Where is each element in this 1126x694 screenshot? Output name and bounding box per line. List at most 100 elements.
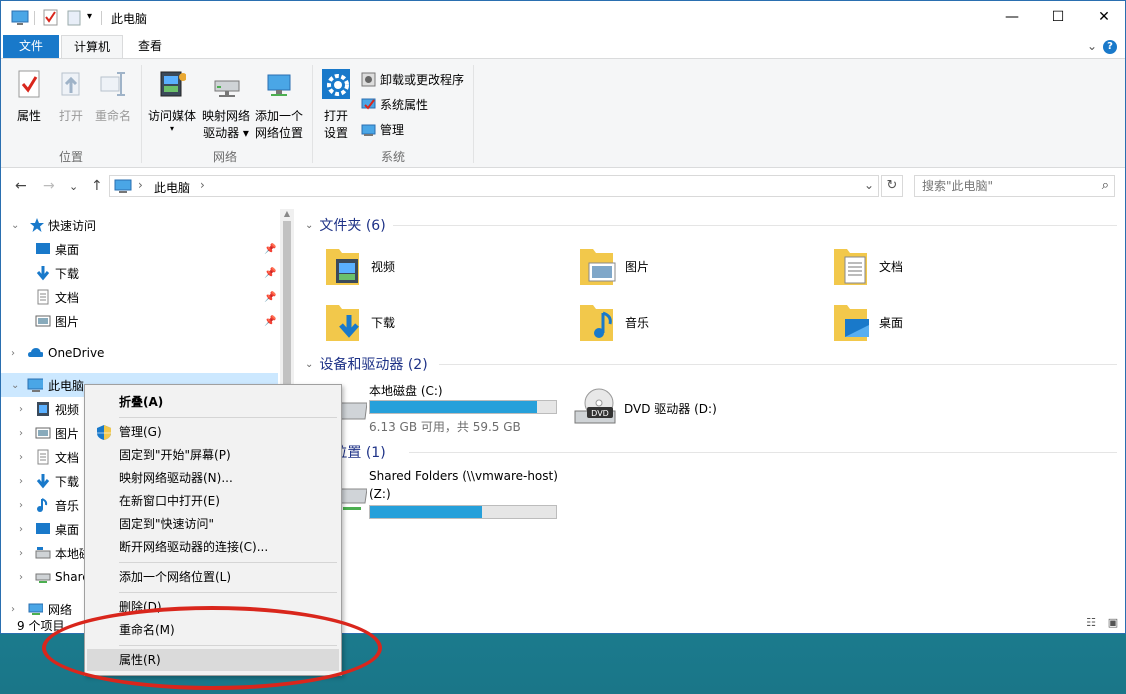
section-devices[interactable]: ⌄ 设备和驱动器 (2): [305, 353, 428, 375]
desktop-icon: [36, 523, 50, 534]
chevron-down-icon[interactable]: ⌄: [11, 380, 19, 391]
drive-dvd-d[interactable]: DVD DVD 驱动器 (D:): [573, 387, 743, 431]
menu-item-pin-start[interactable]: 固定到"开始"屏幕(P): [87, 444, 339, 466]
chevron-right-icon[interactable]: ›: [19, 548, 23, 559]
section-folders[interactable]: ⌄ 文件夹 (6): [305, 214, 386, 236]
menu-item-map-drive[interactable]: 映射网络驱动器(N)...: [87, 467, 339, 489]
menu-item-disconnect-drive[interactable]: 断开网络驱动器的连接(C)...: [87, 536, 339, 558]
new-folder-quick-icon[interactable]: [67, 9, 81, 27]
folder-desktop[interactable]: 桌面: [833, 299, 903, 345]
tab-computer[interactable]: 计算机: [61, 35, 123, 59]
maximize-button[interactable]: ☐: [1035, 1, 1081, 33]
address-dropdown-icon[interactable]: ⌄: [864, 178, 874, 192]
properties-button[interactable]: 属性: [13, 69, 45, 125]
music-icon: [37, 498, 48, 512]
item-count: 9 个项目: [17, 619, 65, 633]
computer-icon: [114, 179, 132, 193]
ribbon: 属性 打开 重命名 位置 访问媒体 ▾ 映射网络 驱动器 ▾ 添加一个 网络位置…: [1, 58, 1125, 168]
close-button[interactable]: ✕: [1081, 1, 1126, 33]
uninstall-programs-button[interactable]: 卸载或更改程序: [361, 70, 464, 88]
open-settings-button[interactable]: 打开 设置: [319, 69, 354, 142]
chevron-right-icon[interactable]: ›: [11, 348, 15, 359]
chevron-right-icon[interactable]: ›: [19, 428, 23, 439]
search-input[interactable]: [922, 176, 1092, 196]
address-bar[interactable]: › 此电脑 › ⌄: [109, 175, 879, 197]
nav-quick-downloads[interactable]: 下载 📌: [1, 261, 278, 285]
refresh-button[interactable]: ↻: [881, 175, 903, 197]
access-media-button[interactable]: 访问媒体 ▾: [147, 69, 197, 133]
menu-item-collapse[interactable]: 折叠(A): [87, 391, 339, 413]
help-icon[interactable]: ?: [1103, 40, 1117, 54]
folder-pictures[interactable]: 图片: [579, 243, 649, 289]
nav-quick-pictures[interactable]: 图片 📌: [1, 309, 278, 333]
folder-videos[interactable]: 视频: [325, 243, 395, 289]
details-view-icon[interactable]: ☷: [1083, 616, 1099, 630]
content-pane: ⌄ 文件夹 (6) 视频 图片 文档 下载 音乐 桌面 ⌄ 设备和驱动器 (2)…: [297, 205, 1125, 615]
chevron-right-icon[interactable]: ›: [19, 404, 23, 415]
menu-item-pin-quick-access[interactable]: 固定到"快速访问": [87, 513, 339, 535]
nav-onedrive[interactable]: › OneDrive: [1, 341, 278, 365]
cloud-icon: [28, 348, 43, 357]
pin-icon[interactable]: 📌: [264, 316, 276, 327]
forward-button[interactable]: →: [43, 178, 55, 194]
customize-quick-access-icon[interactable]: ▾: [87, 11, 92, 29]
drive-shared-z[interactable]: Shared Folders (\\vmware-host) (Z:): [369, 469, 569, 523]
nav-quick-desktop[interactable]: 桌面 📌: [1, 237, 278, 261]
minimize-button[interactable]: —: [989, 1, 1035, 33]
map-network-drive-button[interactable]: 映射网络 驱动器 ▾: [201, 69, 251, 142]
chevron-down-icon[interactable]: ⌄: [305, 359, 313, 370]
large-icons-view-icon[interactable]: ▣: [1105, 616, 1121, 630]
chevron-right-icon[interactable]: ›: [19, 572, 23, 583]
nav-quick-documents[interactable]: 文档 📌: [1, 285, 278, 309]
breadcrumb-separator[interactable]: ›: [138, 178, 143, 192]
document-icon: [37, 289, 49, 305]
collapse-ribbon-icon[interactable]: ⌄: [1087, 39, 1097, 53]
menu-item-open-new-window[interactable]: 在新窗口中打开(E): [87, 490, 339, 512]
rename-button[interactable]: 重命名: [93, 69, 133, 125]
network-location-icon: [267, 74, 291, 96]
tab-file[interactable]: 文件: [3, 35, 59, 59]
star-icon: [30, 218, 44, 232]
recent-locations-button[interactable]: ⌄: [69, 180, 78, 193]
chevron-right-icon[interactable]: ›: [19, 452, 23, 463]
menu-item-add-network-location[interactable]: 添加一个网络位置(L): [87, 566, 339, 588]
pin-icon[interactable]: 📌: [264, 292, 276, 303]
properties-quick-icon[interactable]: [43, 9, 59, 27]
nav-quick-access[interactable]: ⌄ 快速访问: [1, 213, 278, 237]
folder-music[interactable]: 音乐: [579, 299, 649, 345]
computer-icon: [11, 10, 29, 25]
chevron-down-icon[interactable]: ⌄: [11, 220, 19, 231]
up-button[interactable]: ↑: [91, 178, 103, 194]
add-network-location-button[interactable]: 添加一个 网络位置: [253, 69, 305, 142]
folder-downloads[interactable]: 下载: [325, 299, 395, 345]
folder-documents[interactable]: 文档: [833, 243, 903, 289]
breadcrumb[interactable]: 此电脑: [154, 179, 190, 196]
search-box[interactable]: ⌕: [914, 175, 1115, 197]
chevron-right-icon[interactable]: ›: [19, 476, 23, 487]
chevron-down-icon[interactable]: ⌄: [305, 220, 313, 231]
manage-button[interactable]: 管理: [361, 120, 404, 138]
menu-item-manage[interactable]: 管理(G): [87, 421, 339, 443]
menu-item-rename[interactable]: 重命名(M): [87, 619, 339, 641]
pin-icon[interactable]: 📌: [264, 268, 276, 279]
desktop-icon: [36, 243, 50, 254]
system-properties-button[interactable]: 系统属性: [361, 95, 428, 113]
drive-local-c[interactable]: 本地磁盘 (C:) 6.13 GB 可用，共 59.5 GB: [369, 382, 559, 434]
open-button[interactable]: 打开: [55, 69, 87, 125]
menu-item-properties[interactable]: 属性(R): [87, 649, 339, 671]
menu-item-delete[interactable]: 删除(D): [87, 596, 339, 618]
pin-icon[interactable]: 📌: [264, 244, 276, 255]
search-icon[interactable]: ⌕: [1102, 178, 1109, 193]
title-bar: ▾ 此电脑 — ☐ ✕: [1, 1, 1125, 33]
picture-icon: [35, 427, 51, 439]
scroll-up-icon[interactable]: ▲: [280, 209, 294, 218]
tab-view[interactable]: 查看: [129, 35, 171, 59]
chevron-right-icon[interactable]: ›: [11, 604, 15, 615]
back-button[interactable]: ←: [15, 178, 27, 194]
media-icon: [160, 71, 187, 97]
chevron-right-icon[interactable]: ›: [19, 500, 23, 511]
chevron-right-icon[interactable]: ›: [19, 524, 23, 535]
document-icon: [37, 449, 49, 465]
dvd-icon-label: DVD: [591, 409, 609, 418]
breadcrumb-separator[interactable]: ›: [200, 178, 205, 192]
